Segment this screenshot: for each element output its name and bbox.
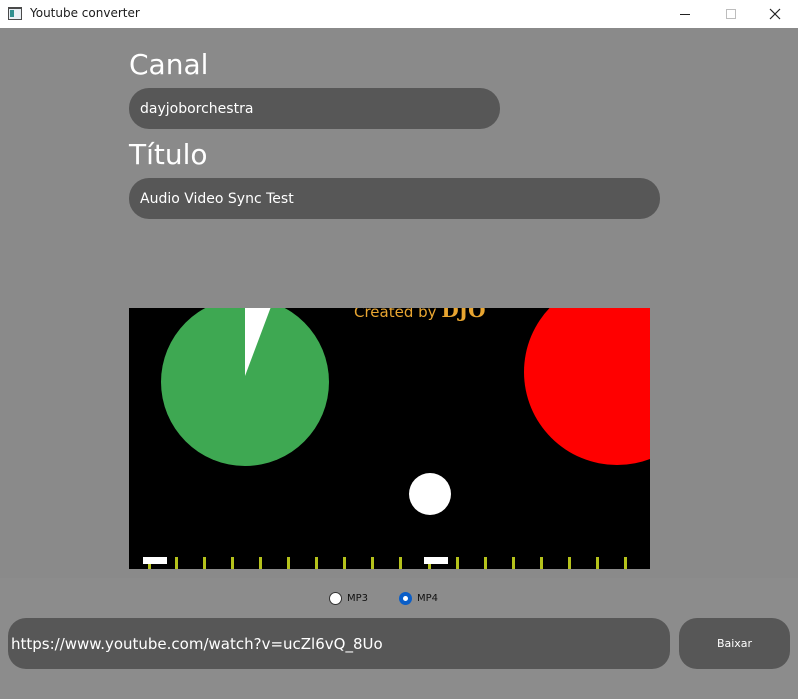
tick-mark	[624, 557, 627, 569]
channel-label: Canal	[129, 48, 209, 81]
title-label: Título	[129, 138, 208, 171]
channel-field[interactable]: dayjoborchestra	[129, 88, 500, 129]
window-title: Youtube converter	[30, 6, 140, 20]
thumbnail-graphic: Created by DJO	[129, 308, 650, 569]
tick-mark	[568, 557, 571, 569]
sync-marker-left	[143, 557, 167, 564]
minimize-button[interactable]	[662, 0, 708, 28]
video-title-value: Audio Video Sync Test	[140, 190, 294, 207]
tick-mark	[371, 557, 374, 569]
tick-mark	[399, 557, 402, 569]
title-bar: Youtube converter	[0, 0, 798, 28]
close-button[interactable]	[752, 0, 798, 28]
tick-mark	[596, 557, 599, 569]
tick-mark	[343, 557, 346, 569]
tick-mark	[512, 557, 515, 569]
tick-mark	[484, 557, 487, 569]
channel-value: dayjoborchestra	[140, 100, 254, 117]
format-option-mp3[interactable]: MP3	[329, 592, 368, 605]
maximize-button[interactable]	[708, 0, 754, 28]
thumbnail-caption: Created by DJO	[354, 308, 486, 322]
mp4-radio[interactable]	[399, 592, 412, 605]
mp4-label: MP4	[417, 593, 439, 604]
url-input[interactable]	[8, 618, 670, 669]
close-icon	[769, 8, 781, 20]
tick-mark	[203, 557, 206, 569]
tick-mark	[259, 557, 262, 569]
mp3-label: MP3	[347, 593, 369, 604]
app-window-icon	[8, 7, 22, 20]
sync-marker-right	[424, 557, 448, 564]
format-option-mp4[interactable]: MP4	[399, 592, 438, 605]
tick-mark	[287, 557, 290, 569]
tick-mark	[175, 557, 178, 569]
tick-mark	[231, 557, 234, 569]
tick-mark	[540, 557, 543, 569]
maximize-icon	[726, 9, 736, 19]
tick-mark	[315, 557, 318, 569]
video-thumbnail: Created by DJO	[129, 308, 650, 569]
mp3-radio[interactable]	[329, 592, 342, 605]
minimize-icon	[680, 13, 690, 15]
tick-mark	[456, 557, 459, 569]
download-button[interactable]: Baixar	[679, 618, 790, 669]
white-dot	[409, 473, 451, 515]
video-title-field[interactable]: Audio Video Sync Test	[129, 178, 660, 219]
